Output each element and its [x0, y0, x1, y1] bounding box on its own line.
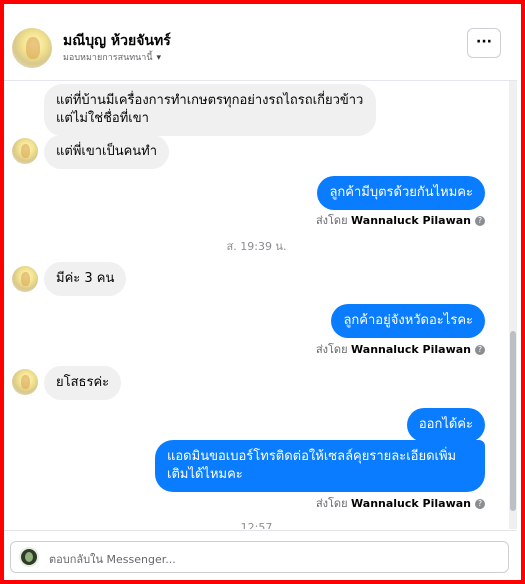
outgoing-message: ลูกค้าอยู่จังหวัดอะไรคะ	[331, 304, 485, 338]
sent-by-label: ส่งโดย Wannaluck Pilawan?	[316, 340, 485, 358]
contact-name[interactable]: มณีบุญ ห้วยจันทร์	[63, 30, 171, 52]
more-options-button[interactable]: ···	[467, 28, 501, 58]
outgoing-message: แอดมินขอเบอร์โทรติดต่อให้เซลล์คุยรายละเอ…	[155, 440, 485, 492]
assign-label: มอบหมายการสนทนานี้	[63, 53, 153, 63]
incoming-message: แต่ที่บ้านมีเครื่องการทำเกษตรทุกอย่างรถไ…	[44, 84, 376, 136]
assign-conversation-dropdown[interactable]: มอบหมายการสนทนานี้ ▾	[63, 50, 161, 64]
contact-avatar-small[interactable]	[12, 138, 38, 164]
caret-down-icon: ▾	[156, 53, 162, 63]
outgoing-message: ลูกค้ามีบุตรด้วยกันไหมคะ	[317, 176, 485, 210]
conversation-header: มณีบุญ ห้วยจันทร์ มอบหมายการสนทนานี้ ▾ ··…	[4, 4, 517, 81]
thread-scrollbar[interactable]	[509, 81, 517, 529]
reply-placeholder: ตอบกลับใน Messenger...	[49, 553, 176, 566]
info-icon[interactable]: ?	[475, 216, 485, 226]
sender-name: Wannaluck Pilawan	[351, 214, 471, 227]
reply-input[interactable]: ตอบกลับใน Messenger...	[10, 541, 509, 573]
message-thread: แต่ที่บ้านมีเครื่องการทำเกษตรทุกอย่างรถไ…	[4, 81, 509, 529]
incoming-message: มีค่ะ 3 คน	[44, 262, 127, 296]
page-avatar-icon	[19, 547, 39, 567]
composer: ตอบกลับใน Messenger...	[4, 530, 517, 581]
contact-avatar-small[interactable]	[12, 266, 38, 292]
info-icon[interactable]: ?	[475, 499, 485, 509]
timestamp: 12:57	[240, 521, 273, 529]
timestamp: ส. 19:39 น.	[226, 240, 287, 253]
incoming-message: ยโสธรค่ะ	[44, 366, 122, 400]
sent-by-label: ส่งโดย Wannaluck Pilawan?	[316, 211, 485, 229]
incoming-message: แต่พี่เขาเป็นคนทำ	[44, 135, 170, 169]
info-icon[interactable]: ?	[475, 345, 485, 355]
sender-name: Wannaluck Pilawan	[351, 497, 471, 510]
scrollbar-thumb[interactable]	[510, 331, 516, 511]
sent-by-label: ส่งโดย Wannaluck Pilawan?	[316, 494, 485, 512]
contact-avatar-small[interactable]	[12, 369, 38, 395]
contact-avatar[interactable]	[12, 28, 52, 68]
outgoing-message: ออกได้ค่ะ	[406, 408, 485, 442]
sender-name: Wannaluck Pilawan	[351, 343, 471, 356]
